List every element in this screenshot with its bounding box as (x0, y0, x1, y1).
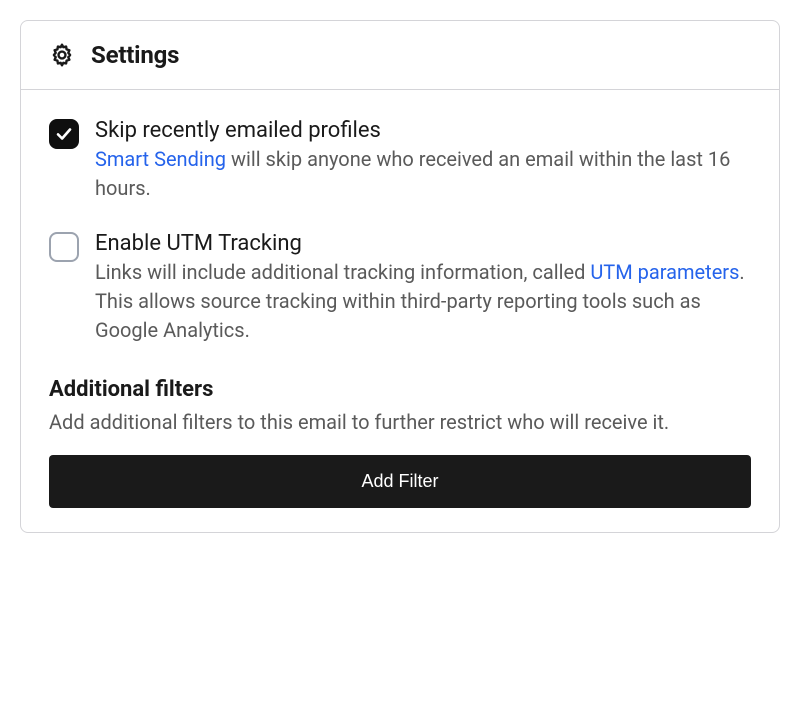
panel-body: Skip recently emailed profiles Smart Sen… (21, 90, 779, 532)
link-smart-sending[interactable]: Smart Sending (95, 147, 226, 171)
link-utm-parameters[interactable]: UTM parameters (590, 260, 739, 284)
section-desc-additional-filters: Add additional filters to this email to … (49, 408, 751, 437)
settings-panel: Settings Skip recently emailed profiles … (20, 20, 780, 533)
option-text-utm: Enable UTM Tracking Links will include a… (95, 231, 751, 345)
option-desc-skip: Smart Sending will skip anyone who recei… (95, 145, 751, 203)
gear-icon (49, 42, 75, 68)
option-enable-utm-tracking: Enable UTM Tracking Links will include a… (49, 231, 751, 345)
checkbox-skip-recently-emailed[interactable] (49, 119, 79, 149)
option-skip-recently-emailed: Skip recently emailed profiles Smart Sen… (49, 118, 751, 203)
add-filter-button[interactable]: Add Filter (49, 455, 751, 508)
option-desc-utm: Links will include additional tracking i… (95, 258, 751, 345)
option-desc-utm-before: Links will include additional tracking i… (95, 260, 590, 284)
checkbox-enable-utm-tracking[interactable] (49, 232, 79, 262)
panel-header: Settings (21, 21, 779, 90)
panel-title: Settings (91, 41, 179, 69)
section-title-additional-filters: Additional filters (49, 377, 751, 402)
option-title-skip: Skip recently emailed profiles (95, 118, 751, 143)
option-text-skip: Skip recently emailed profiles Smart Sen… (95, 118, 751, 203)
check-icon (55, 125, 73, 143)
option-title-utm: Enable UTM Tracking (95, 231, 751, 256)
